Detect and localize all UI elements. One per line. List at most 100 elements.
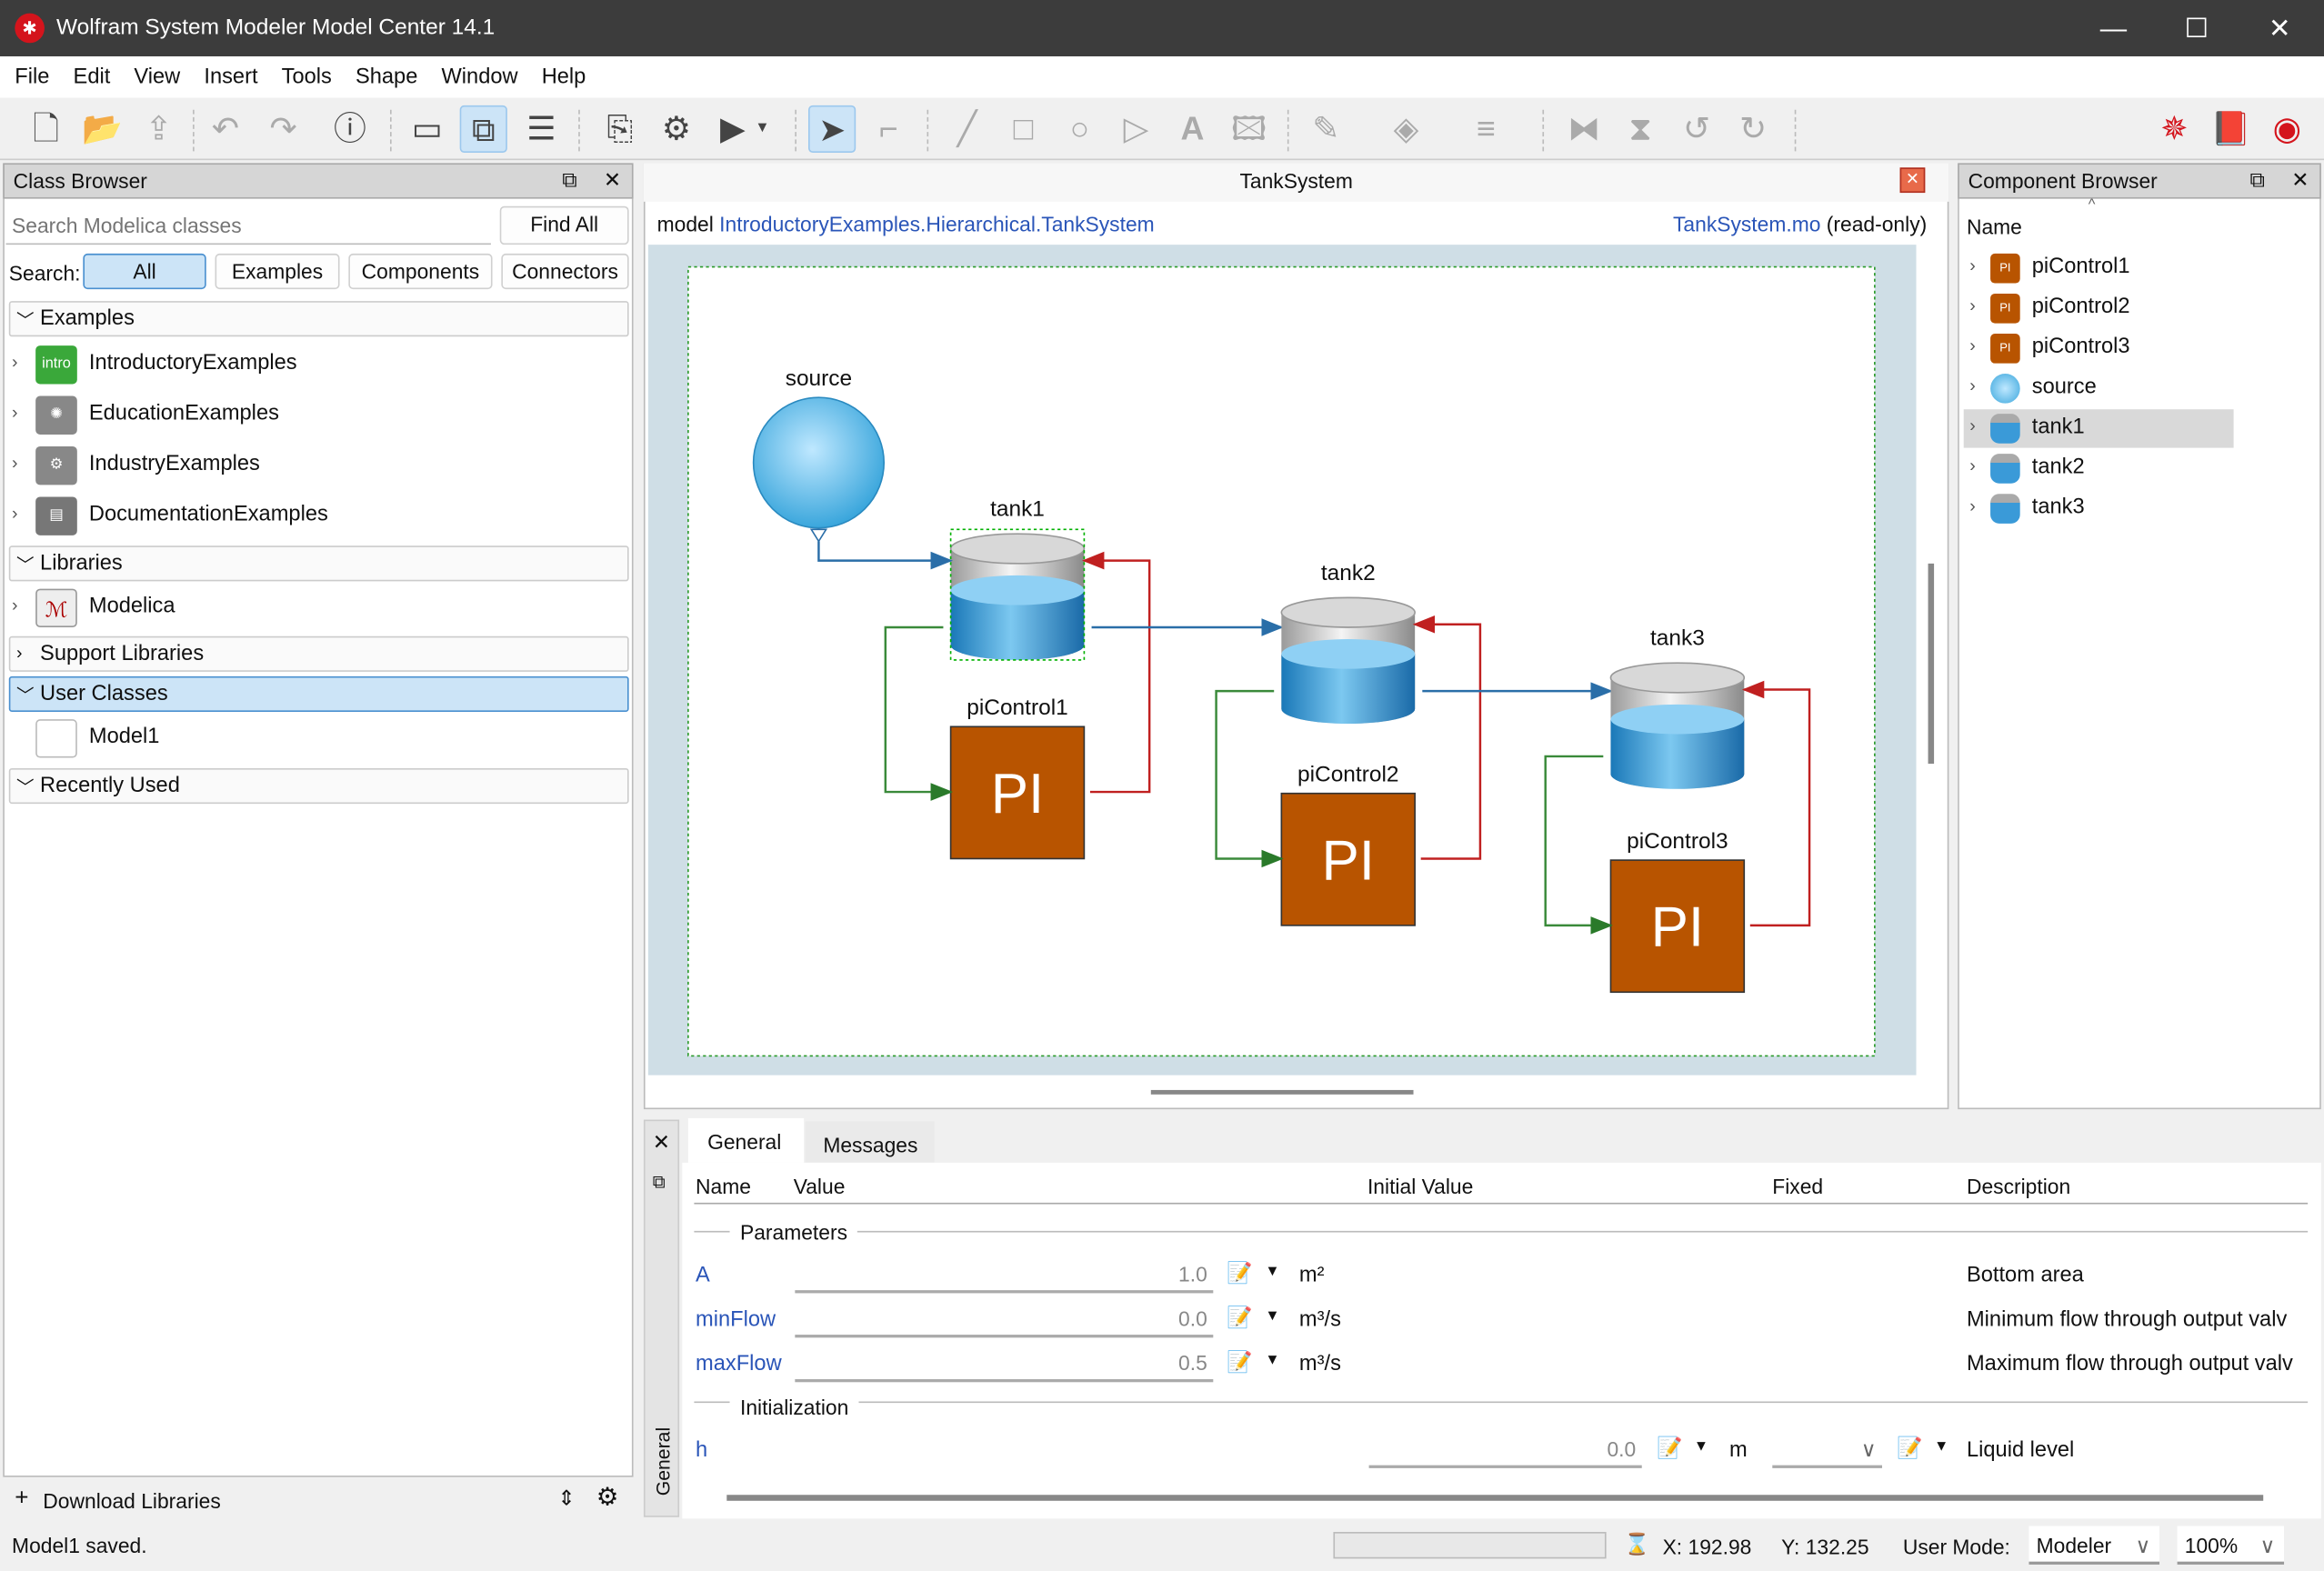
model-path-link[interactable]: IntroductoryExamples.Hierarchical.TankSy… [719,212,1155,235]
expand-icon[interactable]: › [1969,415,1976,436]
sort-icon[interactable]: ⇕ [557,1486,575,1511]
filter-all[interactable]: All [83,253,206,290]
dropdown-icon[interactable]: ▼ [1265,1353,1279,1369]
component-item-piControl1[interactable]: › PI piControl1 [1964,249,2234,287]
close-button[interactable]: ✕ [2250,9,2309,47]
bitmap-icon[interactable]: 🖾 [1225,105,1272,153]
expand-icon[interactable]: › [1969,255,1976,276]
dropdown-icon[interactable]: ▼ [1694,1438,1708,1455]
flip-horizontal-icon[interactable]: ⧓ [1560,105,1608,153]
float-icon[interactable]: ⧉ [562,167,576,193]
menu-view[interactable]: View [125,56,189,89]
param-value-field[interactable]: 0.0 [795,1302,1214,1338]
minimize-button[interactable]: — [2084,9,2143,47]
menu-tools[interactable]: Tools [273,56,341,89]
edit-icon[interactable]: 📝 [1897,1436,1922,1461]
group-user-classes[interactable]: ﹀ User Classes [8,675,629,712]
tab-messages[interactable]: Messages [805,1121,935,1163]
undo-icon[interactable]: ↶ [202,105,249,153]
component-item-tank2[interactable]: › tank2 [1964,449,2234,487]
tab-general[interactable]: General [687,1117,805,1163]
component-item-source[interactable]: › source [1964,369,2234,407]
simulate-icon[interactable]: ▶ [709,105,756,153]
simulate-dropdown-icon[interactable]: ▼ [750,105,774,153]
close-icon[interactable]: ✕ [2291,167,2309,193]
expand-icon[interactable]: › [1969,335,1976,356]
class-search-input[interactable] [5,207,491,245]
wolfram-community-icon[interactable]: ◉ [2263,105,2310,153]
filter-components[interactable]: Components [348,253,493,290]
menu-file[interactable]: File [6,56,59,89]
component-item-tank3[interactable]: › tank3 [1964,489,2234,527]
rotate-cw-icon[interactable]: ↻ [1729,105,1777,153]
group-libraries[interactable]: ﹀ Libraries [8,545,629,582]
param-value-field[interactable]: 0.5 [795,1346,1214,1383]
tree-item-industry-examples[interactable]: › ⚙ IndustryExamples [6,444,629,488]
user-mode-select[interactable]: Modeler ∨ [2028,1526,2160,1565]
filter-connectors[interactable]: Connectors [501,253,629,290]
edit-icon[interactable]: 📝 [1227,1261,1252,1286]
dropdown-icon[interactable]: ▼ [1265,1264,1279,1280]
find-all-button[interactable]: Find All [499,205,629,245]
close-tab-icon[interactable]: ✕ [1899,167,1926,194]
diagram-canvas[interactable]: source tank1 PI piControl1 tank2 PI piControl2… [647,245,1917,1076]
line-style-icon[interactable]: ≡ [1462,105,1509,153]
dropdown-icon[interactable]: ▼ [1934,1438,1948,1455]
edit-icon[interactable]: 📝 [1227,1305,1252,1330]
text-icon[interactable]: A [1168,105,1216,153]
component-item-piControl2[interactable]: › PI piControl2 [1964,289,2234,327]
close-icon[interactable]: ✕ [653,1130,670,1156]
icon-view-icon[interactable]: ▭ [404,105,451,153]
maximize-button[interactable]: ☐ [2167,9,2226,47]
line-icon[interactable]: ╱ [943,105,990,153]
close-icon[interactable]: ✕ [604,167,621,193]
check-model-icon[interactable]: ⚙ [653,105,700,153]
new-file-icon[interactable]: 🗋 [22,105,69,153]
download-libraries-link[interactable]: Download Libraries [43,1489,220,1513]
dropdown-icon[interactable]: ▼ [1265,1308,1279,1325]
component-item-tank1[interactable]: › tank1 [1963,409,2234,448]
group-recently-used[interactable]: ﹀ Recently Used [8,767,629,805]
expand-icon[interactable]: › [1969,495,1976,516]
expand-icon[interactable]: › [1969,455,1976,476]
component-item-piControl3[interactable]: › PI piControl3 [1964,329,2234,367]
open-folder-icon[interactable]: 📂 [78,105,125,153]
gear-icon[interactable]: ⚙ [596,1483,619,1513]
flip-vertical-icon[interactable]: ⧗ [1617,105,1664,153]
filter-examples[interactable]: Examples [215,253,340,290]
documentation-icon[interactable]: ⎘ [596,105,644,153]
float-icon[interactable]: ⧉ [2250,167,2265,193]
diagram-view-icon[interactable]: ⧉ [459,105,507,154]
wolfram-star-icon[interactable]: ✵ [2150,105,2198,153]
tree-item-introductory-examples[interactable]: › intro IntroductoryExamples [6,343,629,387]
text-view-icon[interactable]: ☰ [517,105,565,153]
info-icon[interactable]: ⓘ [326,105,374,153]
float-icon[interactable]: ⧉ [653,1172,666,1194]
menu-help[interactable]: Help [533,56,595,89]
connect-icon[interactable]: ⌐ [865,105,912,153]
menu-window[interactable]: Window [433,56,527,89]
ellipse-icon[interactable]: ○ [1056,105,1103,153]
plus-icon[interactable]: + [15,1486,28,1512]
tree-item-education-examples[interactable]: › ✺ EducationExamples [6,393,629,437]
properties-horizontal-scrollbar[interactable] [726,1495,2264,1501]
param-value-field[interactable]: 1.0 [795,1257,1214,1294]
edit-icon[interactable]: 📝 [1227,1349,1252,1375]
fill-color-icon[interactable]: ◈ [1382,105,1429,153]
source-component[interactable] [752,396,886,529]
group-support-libraries[interactable]: › Support Libraries [8,635,629,672]
horizontal-scrollbar[interactable] [1150,1089,1414,1095]
vertical-scrollbar[interactable] [1928,563,1935,765]
redo-icon[interactable]: ↷ [259,105,306,153]
group-examples[interactable]: ﹀ Examples [8,301,629,337]
rotate-ccw-icon[interactable]: ↺ [1673,105,1720,153]
name-column-header[interactable]: Name [1967,215,2022,239]
edit-icon[interactable]: 📝 [1657,1436,1682,1461]
select-arrow-icon[interactable]: ➤ [808,105,856,154]
menu-insert[interactable]: Insert [195,56,267,89]
rectangle-icon[interactable]: □ [999,105,1047,153]
initial-value-field[interactable]: 0.0 [1368,1432,1642,1468]
side-tab-general[interactable]: General [652,1420,674,1503]
menu-shape[interactable]: Shape [346,56,426,89]
tree-item-modelica[interactable]: › ℳ Modelica [6,585,629,630]
